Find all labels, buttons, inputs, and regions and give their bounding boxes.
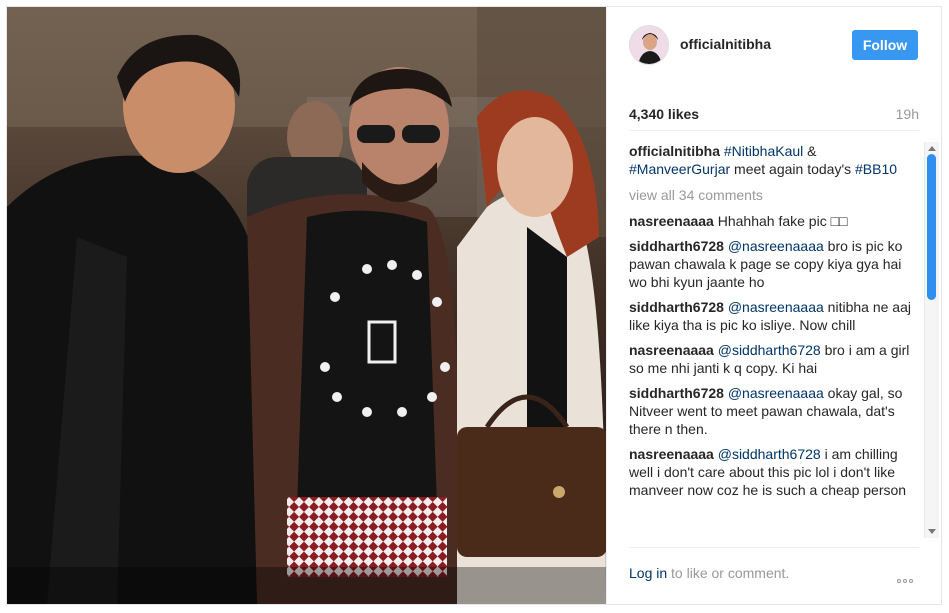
- comment-username[interactable]: nasreenaaaa: [629, 342, 714, 358]
- user-avatar[interactable]: [629, 25, 669, 65]
- comments-list: officialnitibha #NitibhaKaul & #ManveerG…: [629, 142, 919, 538]
- dot: [909, 579, 913, 583]
- view-all-comments-link[interactable]: view all 34 comments: [629, 186, 919, 204]
- login-prompt-text: to like or comment.: [667, 565, 790, 581]
- comment-mention[interactable]: @nasreenaaaa: [724, 299, 824, 315]
- scrollbar-thumb[interactable]: [927, 154, 936, 300]
- caption: officialnitibha #NitibhaKaul & #ManveerG…: [629, 142, 919, 178]
- likes-count[interactable]: 4,340 likes: [629, 106, 699, 122]
- comment-mention[interactable]: @nasreenaaaa: [724, 385, 824, 401]
- comment: siddharth6728 @nasreenaaaa nitibha ne aa…: [629, 298, 919, 334]
- comment: nasreenaaaa @siddharth6728 bro i am a gi…: [629, 341, 919, 377]
- comment-username[interactable]: nasreenaaaa: [629, 213, 714, 229]
- caption-text: &: [803, 143, 817, 159]
- comment-mention[interactable]: @nasreenaaaa: [724, 238, 824, 254]
- post-photo[interactable]: [7, 7, 606, 604]
- avatar-image: [630, 26, 668, 64]
- caption-username[interactable]: officialnitibha: [629, 143, 720, 159]
- hashtag-link[interactable]: #BB10: [855, 161, 897, 177]
- comment-mention[interactable]: @siddharth6728: [714, 446, 821, 462]
- comment-text: Hhahhah fake pic □□: [713, 213, 848, 229]
- scroll-down-arrow-icon[interactable]: [928, 529, 936, 534]
- post-time[interactable]: 19h: [896, 106, 919, 122]
- comments-scrollbar[interactable]: [924, 142, 939, 538]
- comment: siddharth6728 @nasreenaaaa okay gal, so …: [629, 384, 919, 438]
- login-link[interactable]: Log in: [629, 565, 667, 581]
- caption-text: meet again today's: [730, 161, 856, 177]
- hashtag-link[interactable]: #NitibhaKaul: [724, 143, 803, 159]
- photo-illustration: [7, 7, 606, 604]
- scroll-up-arrow-icon[interactable]: [928, 146, 936, 151]
- comment-username[interactable]: nasreenaaaa: [629, 446, 714, 462]
- post-side-panel: officialnitibha Follow 4,340 likes 19h o…: [606, 7, 942, 604]
- comment-username[interactable]: siddharth6728: [629, 385, 724, 401]
- dot: [897, 579, 901, 583]
- comment-username[interactable]: siddharth6728: [629, 299, 724, 315]
- post-header: officialnitibha Follow: [607, 7, 942, 83]
- comment: siddharth6728 @nasreenaaaa bro is pic ko…: [629, 237, 919, 291]
- more-options-icon[interactable]: [895, 570, 919, 583]
- post-footer: Log in to like or comment.: [629, 547, 919, 604]
- hashtag-link[interactable]: #ManveerGurjar: [629, 161, 730, 177]
- dot: [903, 579, 907, 583]
- instagram-post: officialnitibha Follow 4,340 likes 19h o…: [6, 6, 942, 605]
- divider: [629, 130, 919, 131]
- comment-mention[interactable]: @siddharth6728: [714, 342, 821, 358]
- comment: nasreenaaaa Hhahhah fake pic □□: [629, 212, 919, 230]
- comment: nasreenaaaa @siddharth6728 i am chilling…: [629, 445, 919, 499]
- login-prompt: Log in to like or comment.: [629, 565, 789, 581]
- likes-row: 4,340 likes 19h: [629, 103, 919, 123]
- comment-username[interactable]: siddharth6728: [629, 238, 724, 254]
- post-username[interactable]: officialnitibha: [680, 36, 771, 52]
- follow-button[interactable]: Follow: [852, 30, 918, 60]
